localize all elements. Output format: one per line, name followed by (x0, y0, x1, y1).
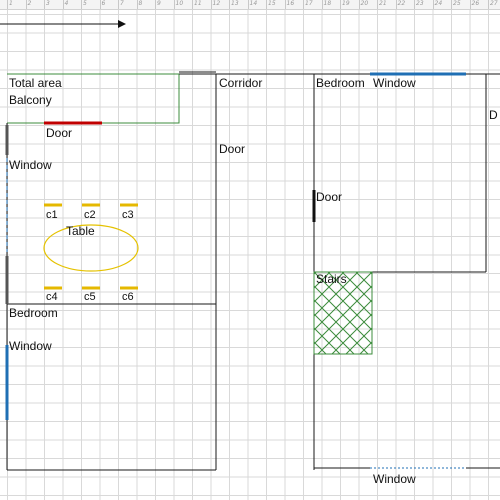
ruler-tick (44, 0, 45, 9)
label-door-edge: D (489, 108, 498, 122)
ruler-tick-label: 15 (268, 0, 276, 7)
ruler-tick-label: 8 (138, 0, 143, 7)
ruler-tick (358, 0, 360, 9)
ruler-tick (488, 0, 489, 9)
ruler-tick (173, 0, 175, 9)
ruler-tick (284, 0, 286, 9)
label-window-left-bottom: Window (9, 339, 52, 353)
direction-arrow (0, 20, 126, 28)
label-window-bottom: Window (373, 472, 416, 486)
ruler-tick-label: 21 (379, 0, 387, 7)
ruler-tick (81, 0, 82, 9)
ruler-tick (25, 0, 27, 9)
label-stairs: Stairs (316, 272, 347, 286)
ruler-tick-label: 23 (416, 0, 424, 7)
ruler-tick-label: 26 (471, 0, 480, 7)
label-chair-c3: c3 (122, 209, 134, 221)
ruler-tick (395, 0, 397, 9)
label-window-top: Window (373, 76, 416, 90)
ruler-tick-label: 7 (120, 0, 124, 7)
ruler-tick-label: 6 (101, 0, 106, 7)
ruler-tick-label: 2 (27, 0, 32, 7)
ruler-tick-label: 22 (397, 0, 406, 7)
ruler-tick (99, 0, 101, 9)
ruler-tick-label: 1 (9, 0, 13, 7)
top-ruler: 1 2 3 4 5 6 7 8 9 10 11 12 13 14 15 16 17 18 19 20 21 22 23 24 2… (0, 0, 500, 10)
ruler-tick (340, 0, 341, 9)
ruler-tick (192, 0, 193, 9)
label-chair-c4: c4 (46, 291, 58, 303)
ruler-tick-label: 25 (453, 0, 461, 7)
ruler-tick (7, 0, 8, 9)
label-corridor: Corridor (219, 76, 263, 90)
ruler-tick-label: 24 (434, 0, 443, 7)
label-balcony: Balcony (9, 93, 52, 107)
ruler-tick-label: 14 (249, 0, 258, 7)
ruler-tick-label: 11 (194, 0, 202, 7)
ruler-tick-label: 12 (212, 0, 221, 7)
ruler-tick (321, 0, 323, 9)
label-chair-c5: c5 (84, 291, 96, 303)
ruler-tick (266, 0, 267, 9)
ruler-tick-label: 4 (64, 0, 69, 7)
label-chair-c6: c6 (122, 291, 134, 303)
ruler-tick (62, 0, 64, 9)
ruler-tick (451, 0, 452, 9)
label-window-left: Window (9, 158, 52, 172)
label-door-corridor: Door (219, 142, 246, 156)
ruler-tick-label: 10 (175, 0, 184, 7)
ruler-tick (247, 0, 249, 9)
label-chair-c2: c2 (84, 209, 96, 221)
ruler-tick (469, 0, 471, 9)
ruler-tick (414, 0, 415, 9)
ruler-tick (118, 0, 119, 9)
ruler-tick (210, 0, 212, 9)
label-table: Table (66, 224, 95, 238)
ruler-tick (136, 0, 138, 9)
ruler-tick-label: 9 (157, 0, 161, 7)
label-bedroom-top: Bedroom (316, 76, 365, 90)
ruler-tick-label: 20 (360, 0, 369, 7)
ruler-tick-label: 27 (490, 0, 498, 7)
ruler-tick (229, 0, 230, 9)
label-bedroom-bottom: Bedroom (9, 306, 58, 320)
ruler-tick (303, 0, 304, 9)
ruler-tick-label: 19 (342, 0, 350, 7)
ruler-tick-label: 18 (323, 0, 332, 7)
ruler-tick-label: 13 (231, 0, 239, 7)
ruler-tick-label: 5 (83, 0, 87, 7)
ruler-tick-label: 16 (286, 0, 295, 7)
ruler-tick (377, 0, 378, 9)
label-door-balcony: Door (46, 126, 73, 140)
ruler-tick (155, 0, 156, 9)
label-door-right: Door (316, 190, 343, 204)
ruler-tick (432, 0, 434, 9)
ruler-tick-label: 3 (46, 0, 50, 7)
label-total-area: Total area (9, 76, 62, 90)
ruler-tick-label: 17 (305, 0, 313, 7)
label-chair-c1: c1 (46, 209, 58, 221)
